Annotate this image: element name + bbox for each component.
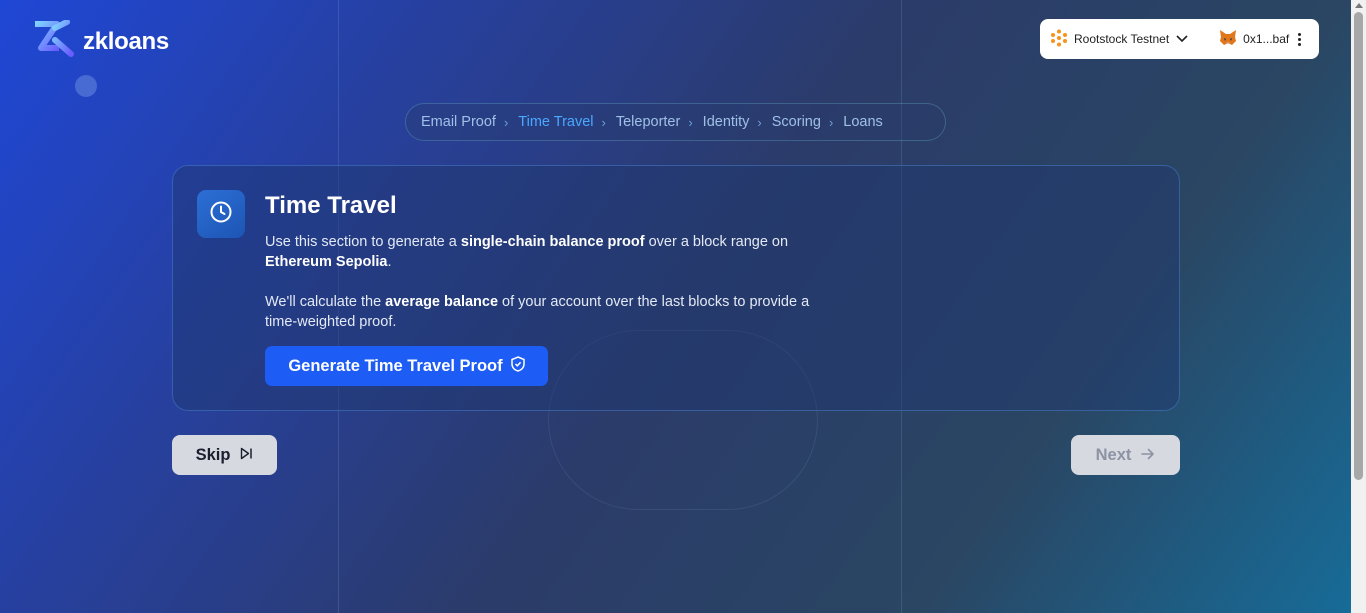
arrow-right-icon bbox=[1141, 446, 1155, 465]
chevron-right-icon: › bbox=[503, 114, 509, 130]
chevron-right-icon: › bbox=[688, 114, 693, 130]
chevron-right-icon: › bbox=[757, 114, 762, 130]
shield-check-icon bbox=[510, 355, 525, 377]
step-scoring[interactable]: Scoring bbox=[772, 114, 821, 130]
step-loans[interactable]: Loans bbox=[843, 114, 883, 130]
description-paragraph-2: We'll calculate the average balance of y… bbox=[265, 294, 810, 330]
generate-time-travel-proof-button[interactable]: Generate Time Travel Proof bbox=[265, 346, 548, 386]
zkloans-logo-icon bbox=[33, 19, 75, 63]
progress-stepper: Email Proof › Time Travel › Teleporter ›… bbox=[405, 103, 946, 141]
skip-button[interactable]: Skip bbox=[172, 435, 277, 475]
chevron-right-icon: › bbox=[601, 114, 606, 130]
scrollbar-thumb[interactable] bbox=[1354, 12, 1363, 480]
step-teleporter[interactable]: Teleporter bbox=[616, 114, 680, 130]
step-identity[interactable]: Identity bbox=[703, 114, 750, 130]
clock-icon bbox=[209, 200, 233, 229]
page-scrollbar[interactable] bbox=[1351, 0, 1366, 613]
logo-text: zkloans bbox=[83, 27, 169, 55]
card-description: Use this section to generate a single-ch… bbox=[265, 232, 845, 332]
wallet-widget: Rootstock Testnet 0x1...baf bbox=[1040, 19, 1319, 59]
next-button[interactable]: Next bbox=[1071, 435, 1180, 475]
skip-forward-icon bbox=[240, 446, 253, 465]
card-title: Time Travel bbox=[265, 192, 397, 219]
next-label: Next bbox=[1095, 445, 1132, 464]
chevron-down-icon bbox=[1176, 32, 1188, 46]
network-selector[interactable]: Rootstock Testnet bbox=[1050, 29, 1188, 50]
more-options-icon[interactable] bbox=[1298, 32, 1302, 46]
generate-button-label: Generate Time Travel Proof bbox=[288, 356, 503, 375]
logo[interactable]: zkloans bbox=[33, 19, 169, 63]
account-address: 0x1...baf bbox=[1243, 32, 1290, 46]
clock-tile bbox=[197, 190, 245, 238]
chevron-right-icon: › bbox=[828, 114, 834, 130]
step-time-travel[interactable]: Time Travel bbox=[518, 114, 593, 130]
metamask-fox-icon bbox=[1219, 29, 1237, 49]
background-dot bbox=[75, 75, 97, 97]
rootstock-icon bbox=[1050, 29, 1068, 50]
scroll-up-icon[interactable] bbox=[1355, 3, 1363, 8]
description-paragraph-1: Use this section to generate a single-ch… bbox=[265, 234, 789, 270]
step-email-proof[interactable]: Email Proof bbox=[421, 114, 496, 130]
time-travel-card: Time Travel Use this section to generate… bbox=[172, 165, 1180, 411]
network-label: Rootstock Testnet bbox=[1074, 32, 1170, 46]
account-button[interactable]: 0x1...baf bbox=[1219, 29, 1289, 49]
skip-label: Skip bbox=[195, 445, 231, 464]
